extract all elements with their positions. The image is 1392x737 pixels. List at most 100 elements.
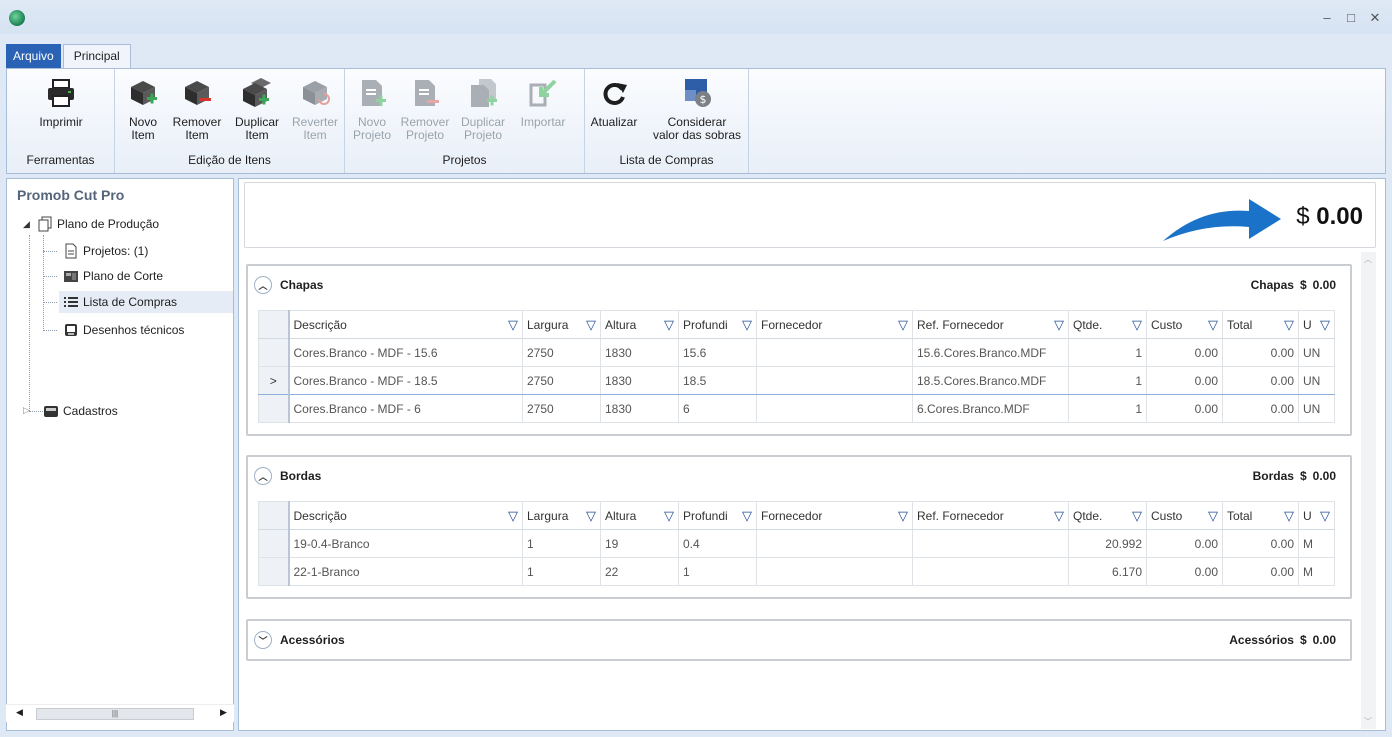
cell-fornecedor[interactable] — [756, 557, 913, 586]
tree-item-projetos[interactable]: Projetos: (1) — [63, 240, 148, 262]
filter-icon[interactable]: ▽ — [1132, 317, 1142, 333]
close-icon[interactable]: ✕ — [1368, 10, 1382, 26]
cell-largura[interactable]: 1 — [522, 529, 601, 558]
novo-item-button[interactable]: Novo Item — [121, 77, 165, 142]
cell-fornecedor[interactable] — [756, 394, 913, 423]
column-header-custo[interactable]: Custo ▽ — [1146, 501, 1223, 530]
row-indicator[interactable]: > — [258, 366, 290, 395]
cell-descricao[interactable]: Cores.Branco - MDF - 18.5 — [288, 366, 523, 395]
table-row[interactable]: Cores.Branco - MDF - 6 2750 1830 6 6.Cor… — [258, 394, 1335, 423]
filter-icon[interactable]: ▽ — [1320, 508, 1330, 524]
cell-qtde[interactable]: 6.170 — [1068, 557, 1147, 586]
cell-largura[interactable]: 2750 — [522, 366, 601, 395]
cell-altura[interactable]: 1830 — [600, 366, 679, 395]
filter-icon[interactable]: ▽ — [1054, 317, 1064, 333]
cell-qtde[interactable]: 1 — [1068, 394, 1147, 423]
filter-icon[interactable]: ▽ — [898, 508, 908, 524]
tab-arquivo[interactable]: Arquivo — [6, 44, 61, 68]
cell-profundidade[interactable]: 1 — [678, 557, 757, 586]
cell-fornecedor[interactable] — [756, 338, 913, 367]
filter-icon[interactable]: ▽ — [1320, 317, 1330, 333]
cell-unidade[interactable]: UN — [1298, 394, 1335, 423]
filter-icon[interactable]: ▽ — [1208, 317, 1218, 333]
novo-projeto-button[interactable]: Novo Projeto — [349, 77, 395, 142]
column-header-descricao[interactable]: Descrição ▽ — [288, 310, 523, 339]
cell-unidade[interactable]: UN — [1298, 338, 1335, 367]
maximize-icon[interactable]: □ — [1344, 10, 1358, 26]
cell-unidade[interactable]: M — [1298, 557, 1335, 586]
column-header-largura[interactable]: Largura ▽ — [522, 501, 601, 530]
filter-icon[interactable]: ▽ — [742, 508, 752, 524]
cell-total[interactable]: 0.00 — [1222, 557, 1299, 586]
column-header-unidade[interactable]: U ▽ — [1298, 310, 1335, 339]
cell-altura[interactable]: 1830 — [600, 338, 679, 367]
tree-item-plano-producao[interactable]: Plano de Produção — [37, 213, 159, 235]
importar-button[interactable]: Importar — [515, 77, 571, 129]
filter-icon[interactable]: ▽ — [664, 317, 674, 333]
column-header-altura[interactable]: Altura ▽ — [600, 310, 679, 339]
considerar-sobras-button[interactable]: $ Considerar valor das sobras — [647, 77, 747, 142]
minimize-icon[interactable]: – — [1320, 10, 1334, 26]
scroll-left-icon[interactable]: ◀ — [16, 707, 23, 718]
scroll-right-icon[interactable]: ▶ — [220, 707, 227, 718]
cell-fornecedor[interactable] — [756, 529, 913, 558]
cell-descricao[interactable]: 19-0.4-Branco — [288, 529, 523, 558]
table-row[interactable]: 19-0.4-Branco 1 19 0.4 20.992 0.00 0.00 … — [258, 529, 1335, 558]
column-header-qtde[interactable]: Qtde. ▽ — [1068, 501, 1147, 530]
filter-icon[interactable]: ▽ — [508, 317, 518, 333]
column-header-fornecedor[interactable]: Fornecedor ▽ — [756, 501, 913, 530]
filter-icon[interactable]: ▽ — [1284, 317, 1294, 333]
collapsed-arrow-icon[interactable]: ▷ — [23, 405, 30, 416]
scrollbar-thumb[interactable]: ||| — [36, 708, 194, 720]
table-row[interactable]: 22-1-Branco 1 22 1 6.170 0.00 0.00 M — [258, 557, 1335, 586]
cell-custo[interactable]: 0.00 — [1146, 338, 1223, 367]
filter-icon[interactable]: ▽ — [586, 317, 596, 333]
column-header-qtde[interactable]: Qtde. ▽ — [1068, 310, 1147, 339]
cell-custo[interactable]: 0.00 — [1146, 366, 1223, 395]
filter-icon[interactable]: ▽ — [508, 508, 518, 524]
cell-altura[interactable]: 19 — [600, 529, 679, 558]
filter-icon[interactable]: ▽ — [664, 508, 674, 524]
vertical-scrollbar[interactable]: ︿ ﹀ — [1361, 252, 1376, 729]
filter-icon[interactable]: ▽ — [898, 317, 908, 333]
cell-ref-fornecedor[interactable]: 15.6.Cores.Branco.MDF — [912, 338, 1069, 367]
filter-icon[interactable]: ▽ — [1054, 508, 1064, 524]
column-header-total[interactable]: Total ▽ — [1222, 501, 1299, 530]
cell-profundidade[interactable]: 0.4 — [678, 529, 757, 558]
tree-item-lista-compras[interactable]: Lista de Compras — [59, 291, 233, 313]
cell-largura[interactable]: 2750 — [522, 338, 601, 367]
row-indicator[interactable] — [258, 529, 290, 558]
column-header-altura[interactable]: Altura ▽ — [600, 501, 679, 530]
expanded-arrow-icon[interactable]: ◢ — [23, 219, 30, 230]
table-row[interactable]: Cores.Branco - MDF - 15.6 2750 1830 15.6… — [258, 338, 1335, 367]
cell-qtde[interactable]: 20.992 — [1068, 529, 1147, 558]
cell-total[interactable]: 0.00 — [1222, 338, 1299, 367]
cell-qtde[interactable]: 1 — [1068, 366, 1147, 395]
row-indicator[interactable] — [258, 338, 290, 367]
cell-total[interactable]: 0.00 — [1222, 529, 1299, 558]
duplicar-item-button[interactable]: Duplicar Item — [229, 77, 285, 142]
column-header-fornecedor[interactable]: Fornecedor ▽ — [756, 310, 913, 339]
duplicar-projeto-button[interactable]: Duplicar Projeto — [455, 77, 511, 142]
cell-profundidade[interactable]: 6 — [678, 394, 757, 423]
cell-largura[interactable]: 1 — [522, 557, 601, 586]
tree-item-plano-corte[interactable]: Plano de Corte — [63, 265, 163, 287]
cell-unidade[interactable]: M — [1298, 529, 1335, 558]
cell-largura[interactable]: 2750 — [522, 394, 601, 423]
reverter-item-button[interactable]: Reverter Item — [289, 77, 341, 142]
cell-total[interactable]: 0.00 — [1222, 366, 1299, 395]
cell-descricao[interactable]: 22-1-Branco — [288, 557, 523, 586]
filter-icon[interactable]: ▽ — [742, 317, 752, 333]
column-header-profundidade[interactable]: Profundi ▽ — [678, 310, 757, 339]
column-header-descricao[interactable]: Descrição ▽ — [288, 501, 523, 530]
expand-acessorios-button[interactable]: ﹀ — [254, 631, 272, 649]
column-header-largura[interactable]: Largura ▽ — [522, 310, 601, 339]
collapse-bordas-button[interactable]: ︿ — [254, 467, 272, 485]
cell-profundidade[interactable]: 15.6 — [678, 338, 757, 367]
tree-item-cadastros[interactable]: Cadastros — [43, 400, 118, 422]
row-indicator[interactable] — [258, 394, 290, 423]
row-indicator[interactable] — [258, 557, 290, 586]
cell-ref-fornecedor[interactable] — [912, 557, 1069, 586]
cell-total[interactable]: 0.00 — [1222, 394, 1299, 423]
cell-qtde[interactable]: 1 — [1068, 338, 1147, 367]
